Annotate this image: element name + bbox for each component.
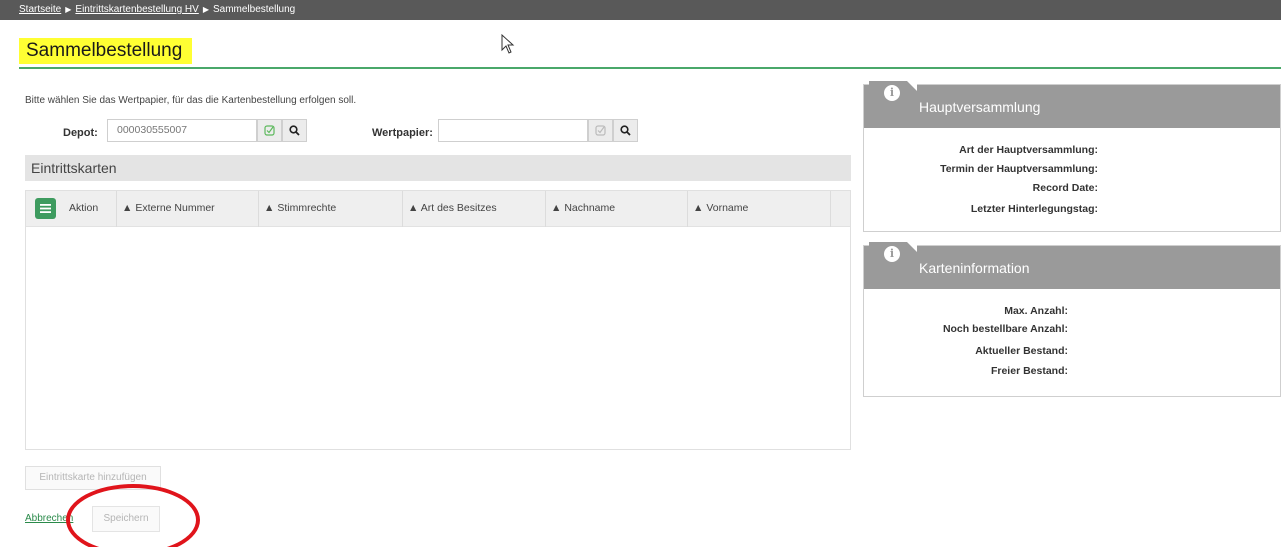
hauptversammlung-panel: i Hauptversammlung Art der Hauptversamml… [863, 81, 1281, 232]
menu-icon [40, 204, 51, 213]
field-aktueller-bestand: Aktueller Bestand: [975, 345, 1068, 357]
breadcrumb-current: Sammelbestellung [212, 4, 296, 15]
column-aktion-label: Aktion [69, 202, 99, 214]
column-vorname[interactable]: ▲︎ Vorname [688, 191, 831, 227]
chevron-right-icon: ▶ [202, 5, 209, 14]
column-stimmrechte-label: Stimmrechte [277, 202, 337, 214]
depot-clear-button[interactable] [257, 119, 282, 142]
clear-icon [264, 125, 275, 136]
column-externe-nummer-label: Externe Nummer [135, 202, 215, 214]
column-art-des-besitzes-label: Art des Besitzes [420, 202, 497, 214]
field-art-hv: Art der Hauptversammlung: [959, 144, 1098, 156]
wertpapier-input[interactable] [438, 119, 588, 142]
page-title: Sammelbestellung [19, 38, 193, 64]
table-header: Aktion ▲︎ Externe Nummer ▲︎ Stimmrechte … [26, 191, 850, 227]
info-icon: i [884, 246, 900, 262]
column-nachname-label: Nachname [564, 202, 616, 214]
column-nachname[interactable]: ▲︎ Nachname [546, 191, 688, 227]
search-icon [289, 125, 300, 136]
annotation-circle [66, 484, 200, 547]
column-vorname-label: Vorname [706, 202, 749, 214]
field-freier-bestand: Freier Bestand: [990, 365, 1068, 377]
depot-search-button[interactable] [282, 119, 307, 142]
info-icon: i [884, 85, 900, 101]
column-stimmrechte[interactable]: ▲︎ Stimmrechte [259, 191, 403, 227]
wertpapier-clear-button[interactable] [588, 119, 613, 142]
panel-tab-corner [907, 242, 917, 252]
instruction-text: Bitte wählen Sie das Wertpapier, für das… [25, 95, 357, 106]
breadcrumb-eintrittskartenbestellung[interactable]: Eintrittskartenbestellung HV [75, 4, 198, 15]
breadcrumb-startseite[interactable]: Startseite [19, 4, 61, 15]
field-max-anzahl: Max. Anzahl: [1004, 305, 1068, 317]
eintrittskarten-table: Aktion ▲︎ Externe Nummer ▲︎ Stimmrechte … [25, 190, 851, 450]
field-noch-bestellbare-anzahl: Noch bestellbare Anzahl: [942, 323, 1068, 335]
panel-tab: i [869, 242, 912, 289]
column-art-des-besitzes[interactable]: ▲︎ Art des Besitzes [403, 191, 546, 227]
sort-icon: ▲︎ [551, 202, 562, 214]
cursor-icon [501, 34, 515, 54]
karteninformation-title: Karteninformation [919, 260, 1030, 276]
panel-tab-corner [907, 81, 917, 91]
breadcrumb: Startseite ▶ Eintrittskartenbestellung HV ▶… [0, 0, 1281, 20]
wertpapier-search-button[interactable] [613, 119, 638, 142]
chevron-right-icon: ▶ [65, 5, 72, 14]
search-icon [620, 125, 631, 136]
panel-tab: i [869, 81, 912, 128]
column-externe-nummer[interactable]: ▲︎ Externe Nummer [117, 191, 259, 227]
title-divider [19, 67, 1281, 69]
field-letzter-hinterlegungstag: Letzter Hinterlegungstag: [970, 203, 1098, 215]
sort-icon: ▲︎ [408, 202, 419, 214]
table-menu-button[interactable] [35, 198, 56, 219]
field-record-date: Record Date: [1032, 182, 1098, 194]
sort-icon: ▲︎ [122, 202, 133, 214]
karteninformation-panel: i Karteninformation Max. Anzahl: Noch be… [863, 242, 1281, 397]
sort-icon: ▲︎ [264, 202, 275, 214]
clear-icon [595, 125, 606, 136]
sort-icon: ▲︎ [693, 202, 704, 214]
column-aktion: Aktion [63, 191, 117, 227]
hauptversammlung-title: Hauptversammlung [919, 99, 1041, 115]
eintrittskarten-header: Eintrittskarten [25, 155, 851, 181]
depot-label: Depot: [63, 127, 98, 139]
wertpapier-label: Wertpapier: [372, 127, 433, 139]
field-termin-hv: Termin der Hauptversammlung: [940, 163, 1098, 175]
depot-input[interactable]: 000030555007 [107, 119, 257, 142]
